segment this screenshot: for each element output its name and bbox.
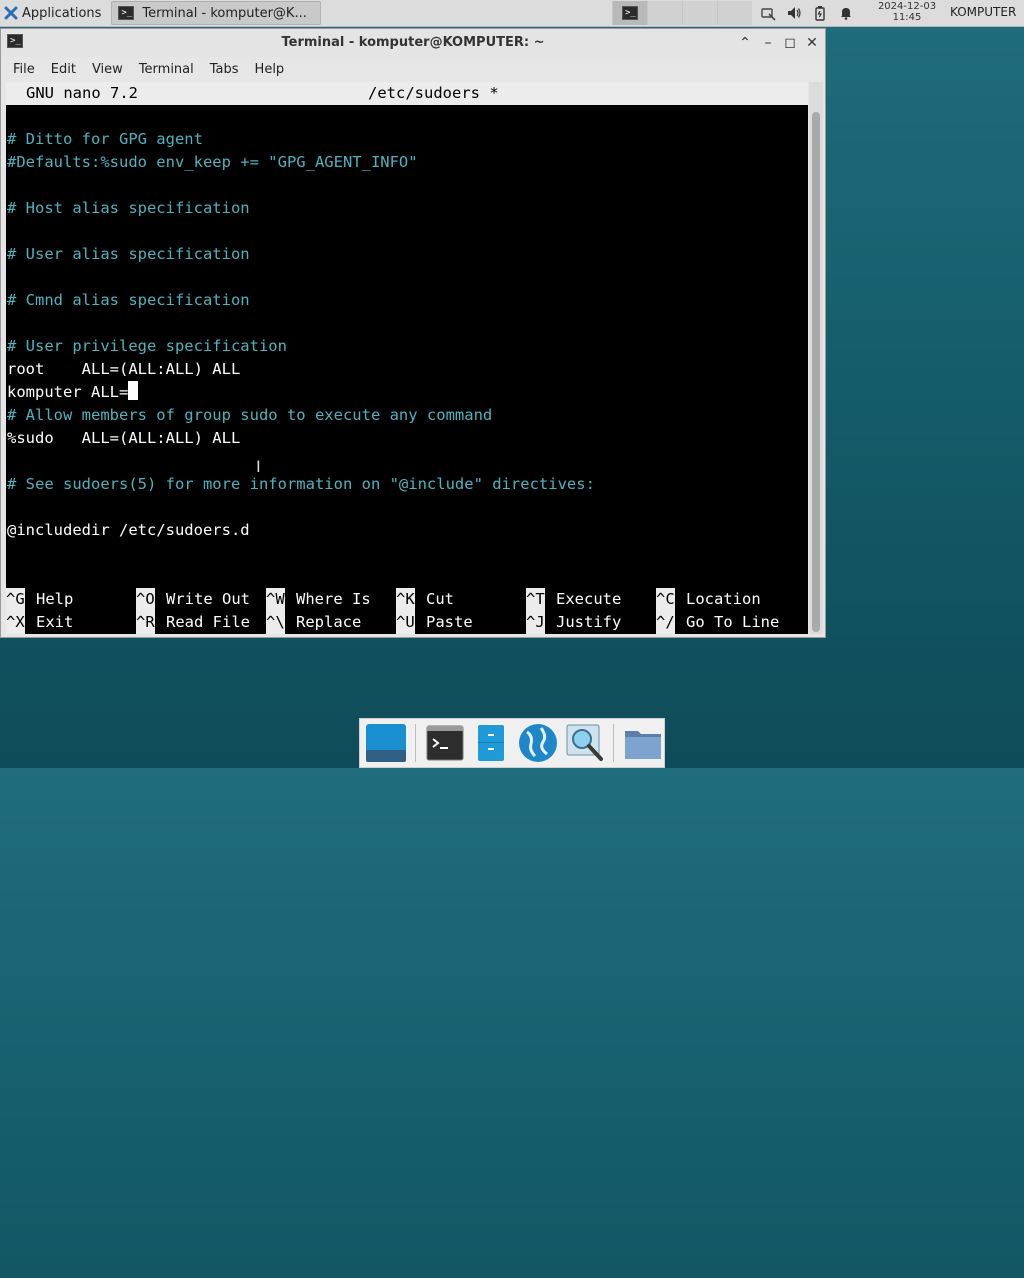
scrollbar-thumb[interactable] [812,112,820,632]
dock [359,718,665,768]
menu-view[interactable]: View [84,62,131,77]
clock-time: 11:45 [892,12,922,23]
dock-folder-button[interactable] [623,721,664,765]
menu-edit[interactable]: Edit [43,62,84,77]
close-icon[interactable]: ✕ [802,33,822,53]
maximize-icon[interactable]: ◻ [780,33,800,53]
menu-bar: File Edit View Terminal Tabs Help [1,57,825,81]
show-desktop-button[interactable] [365,721,407,765]
shortcut-key: ^W [266,588,285,611]
window-title: Terminal - komputer@KOMPUTER: ~ [281,35,545,50]
nano-header: GNU nano 7.2 /etc/sudoers * [6,82,808,105]
shortcut-key: ^\ [266,611,285,634]
window-shade-icon[interactable]: ⌃ [735,33,755,53]
file-line-editing: komputer ALL= [7,381,139,404]
workspace-3[interactable] [682,1,717,25]
file-line: # See sudoers(5) for more information on… [7,475,595,493]
battery-icon[interactable] [812,5,828,21]
menu-help[interactable]: Help [247,62,293,77]
shortcut-location: Location [686,590,761,608]
shortcut-key: ^J [526,611,545,634]
dock-separator [415,724,416,762]
workspace-2[interactable] [647,1,682,25]
shortcut-key: ^K [396,588,415,611]
file-line: %sudo ALL=(ALL:ALL) ALL [7,429,241,447]
shortcut-key: ^U [396,611,415,634]
file-line: #Defaults:%sudo env_keep += "GPG_AGENT_I… [7,153,418,171]
user-menu[interactable]: KOMPUTER [950,5,1016,19]
window-titlebar[interactable]: >_ Terminal - komputer@KOMPUTER: ~ ⌃ – ◻… [1,29,825,57]
applications-menu[interactable]: Applications [0,0,107,26]
workspace-1[interactable]: >_ [612,1,647,25]
taskbar-terminal-button[interactable]: >_ Terminal - komputer@K... [111,1,322,25]
notification-bell-icon[interactable] [838,5,854,21]
shortcut-key: ^/ [656,611,675,634]
shortcut-justify: Justify [556,613,622,631]
shortcut-where-is: Where Is [296,590,371,608]
menu-file[interactable]: File [5,62,43,77]
taskbar-terminal-label: Terminal - komputer@K... [142,5,307,21]
file-line-text: komputer ALL= [7,383,129,401]
file-line: # Host alias specification [7,199,250,217]
terminal-icon [426,725,464,761]
menu-tabs[interactable]: Tabs [202,62,247,77]
file-line: root ALL=(ALL:ALL) ALL [7,360,241,378]
shortcut-key: ^G [6,588,25,611]
app-finder-icon [566,724,603,761]
terminal-scrollbar[interactable] [809,82,823,634]
workspace-switcher: >_ [612,0,752,26]
terminal-icon: >_ [118,6,135,20]
applications-label: Applications [22,5,102,21]
network-icon[interactable] [760,5,776,21]
clock[interactable]: 2024-12-03 11:45 [868,1,946,23]
shortcut-write-out: Write Out [166,590,250,608]
dock-app-finder-button[interactable] [564,721,605,765]
file-line: # Cmnd alias specification [7,291,250,309]
folder-icon [625,731,662,759]
dock-file-manager-button[interactable] [471,721,512,765]
top-panel: Applications >_ Terminal - komputer@K...… [0,0,1024,27]
clock-date: 2024-12-03 [877,1,937,12]
terminal-content[interactable]: GNU nano 7.2 /etc/sudoers * # Ditto for … [6,82,808,634]
nano-version: GNU nano 7.2 [26,84,138,102]
nano-filename: /etc/sudoers * [368,84,499,102]
menu-terminal[interactable]: Terminal [131,62,202,77]
shortcut-bar-row1: ^G Help ^O Write Out ^W Where Is ^K Cut … [6,542,808,864]
shortcut-bar-row2: ^X Exit ^R Read File ^\ Replace ^U Paste… [6,611,808,1232]
shortcut-exit: Exit [36,613,74,631]
shortcut-key: ^O [136,588,155,611]
terminal-window: >_ Terminal - komputer@KOMPUTER: ~ ⌃ – ◻… [0,28,826,638]
text-cursor [128,381,139,400]
file-manager-icon [478,725,505,761]
file-line: @includedir /etc/sudoers.d [7,521,250,539]
mouse-ibeam-icon: Ⅰ [256,457,261,476]
file-line: # User privilege specification [7,337,287,355]
shortcut-go-to-line: Go To Line [686,613,780,631]
dock-terminal-button[interactable] [425,721,466,765]
shortcut-key: ^T [526,588,545,611]
file-line: # Allow members of group sudo to execute… [7,406,493,424]
shortcut-help: Help [36,590,74,608]
shortcut-paste: Paste [426,613,473,631]
file-line: # User alias specification [7,245,250,263]
shortcut-key: ^R [136,611,155,634]
shortcut-execute: Execute [556,590,622,608]
shortcut-read-file: Read File [166,613,250,631]
terminal-icon: >_ [622,6,638,20]
minimize-icon[interactable]: – [758,33,778,53]
shortcut-replace: Replace [296,613,362,631]
shortcut-cut: Cut [426,590,454,608]
shortcut-key: ^C [656,588,675,611]
system-tray [760,0,854,26]
show-desktop-icon [366,724,406,762]
file-line: # Ditto for GPG agent [7,130,203,148]
web-browser-icon [519,724,557,762]
xfce-logo-icon [4,6,18,20]
shortcut-key: ^X [6,611,25,634]
volume-icon[interactable] [786,5,802,21]
workspace-4[interactable] [717,1,752,25]
dock-web-browser-button[interactable] [517,721,559,765]
dock-separator [613,724,614,762]
